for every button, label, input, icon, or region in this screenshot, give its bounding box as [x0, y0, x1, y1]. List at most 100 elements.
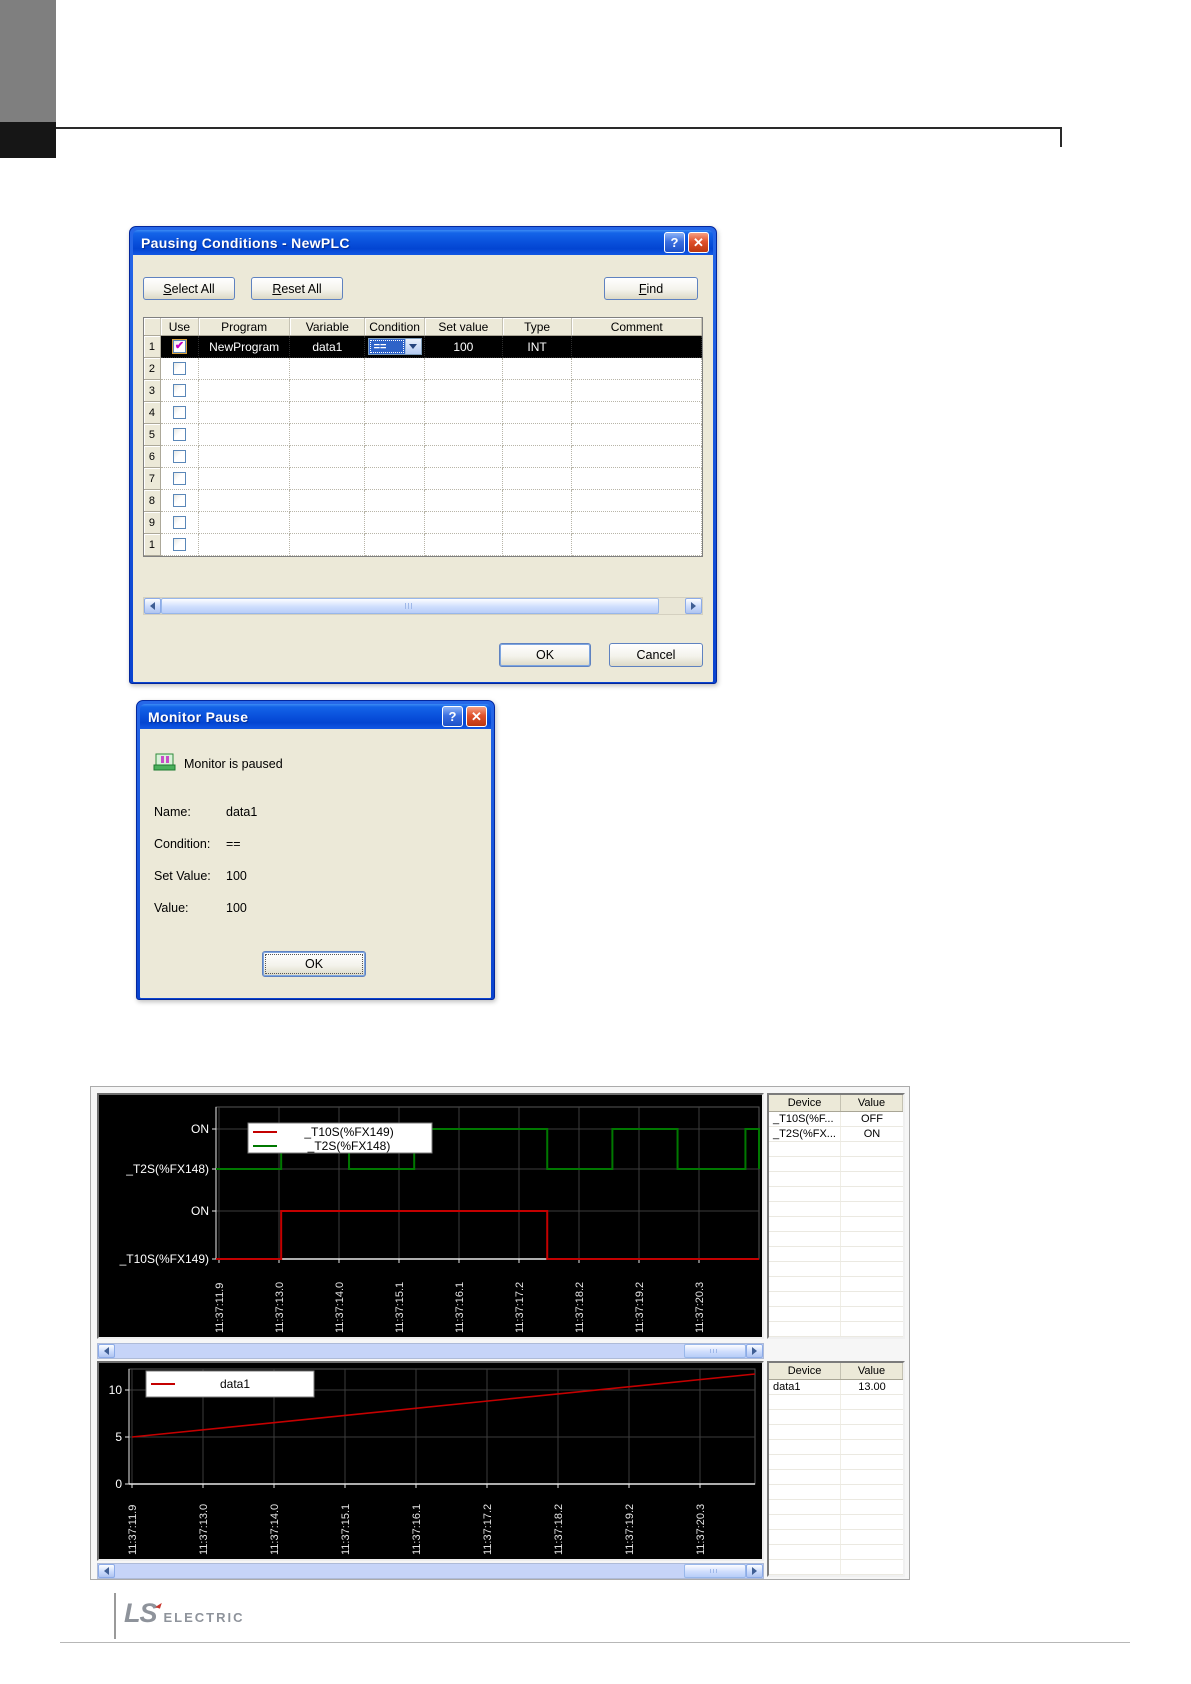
- use-checkbox[interactable]: [172, 472, 186, 485]
- cell-comment[interactable]: [572, 468, 702, 490]
- cell-variable[interactable]: [290, 512, 366, 534]
- cell-program[interactable]: [198, 380, 291, 402]
- cell-program[interactable]: [198, 468, 291, 490]
- use-cell[interactable]: [160, 402, 199, 424]
- side-table-header-cell[interactable]: Value: [841, 1095, 903, 1111]
- cell-comment[interactable]: [572, 380, 702, 402]
- scrollbar-track[interactable]: [659, 598, 685, 614]
- row-number[interactable]: 5: [144, 424, 161, 446]
- grid-row[interactable]: 2: [144, 358, 702, 380]
- scrollbar-thumb[interactable]: [684, 1344, 746, 1358]
- row-number[interactable]: 4: [144, 402, 161, 424]
- use-cell[interactable]: [160, 468, 199, 490]
- row-number[interactable]: 9: [144, 512, 161, 534]
- ok-button[interactable]: OK: [499, 643, 591, 667]
- side-table-header-cell[interactable]: Device: [769, 1363, 841, 1379]
- cell-type[interactable]: [502, 380, 573, 402]
- row-number[interactable]: 6: [144, 446, 161, 468]
- cell-type[interactable]: [502, 490, 573, 512]
- scroll-right-icon[interactable]: [746, 1344, 763, 1358]
- cell-variable[interactable]: [290, 358, 366, 380]
- cell-comment[interactable]: [572, 402, 702, 424]
- cell-variable[interactable]: data1: [290, 336, 366, 358]
- use-cell[interactable]: [160, 446, 199, 468]
- use-checkbox[interactable]: [172, 516, 186, 529]
- row-number[interactable]: 1: [144, 534, 161, 556]
- cell-variable[interactable]: [290, 490, 366, 512]
- cell-comment[interactable]: [572, 358, 702, 380]
- cell-set-value[interactable]: [424, 402, 503, 424]
- cell-program[interactable]: [198, 446, 291, 468]
- cell-comment[interactable]: [572, 490, 702, 512]
- cell-program[interactable]: [198, 424, 291, 446]
- reset-all-button[interactable]: Reset All: [251, 277, 343, 300]
- cell-condition[interactable]: [365, 402, 425, 424]
- grid-header-cell[interactable]: Variable: [290, 318, 366, 335]
- use-checkbox[interactable]: [172, 428, 186, 441]
- cell-condition[interactable]: ==: [365, 336, 425, 358]
- cell-set-value[interactable]: [424, 468, 503, 490]
- grid-header-cell[interactable]: Set value: [425, 318, 503, 335]
- cell-comment[interactable]: [572, 446, 702, 468]
- cell-variable[interactable]: [290, 534, 366, 556]
- grid-header-cell[interactable]: Comment: [572, 318, 702, 335]
- side-table-row[interactable]: _T10S(%F... OFF: [769, 1112, 903, 1127]
- grid-row[interactable]: 5: [144, 424, 702, 446]
- cancel-button[interactable]: Cancel: [609, 643, 703, 667]
- pausing-dialog-titlebar[interactable]: Pausing Conditions - NewPLC ? ✕: [133, 230, 713, 255]
- cell-type[interactable]: [502, 468, 573, 490]
- cell-condition[interactable]: [365, 380, 425, 402]
- cell-type[interactable]: [502, 424, 573, 446]
- ok-button[interactable]: OK: [262, 951, 366, 977]
- find-button[interactable]: Find: [604, 277, 698, 300]
- cell-set-value[interactable]: [424, 424, 503, 446]
- cell-type[interactable]: [502, 446, 573, 468]
- cell-set-value[interactable]: [424, 490, 503, 512]
- cell-variable[interactable]: [290, 468, 366, 490]
- cell-variable[interactable]: [290, 424, 366, 446]
- cell-program[interactable]: [198, 402, 291, 424]
- cell-set-value[interactable]: [424, 512, 503, 534]
- use-cell[interactable]: [160, 512, 199, 534]
- side-table-row[interactable]: data1 13.00: [769, 1380, 903, 1395]
- row-number[interactable]: 1: [144, 336, 161, 358]
- row-number[interactable]: 2: [144, 358, 161, 380]
- cell-type[interactable]: [502, 512, 573, 534]
- grid-header-cell[interactable]: Program: [199, 318, 291, 335]
- use-cell[interactable]: [160, 358, 199, 380]
- cell-variable[interactable]: [290, 446, 366, 468]
- scrollbar-thumb[interactable]: [161, 598, 659, 614]
- scrollbar-track[interactable]: [115, 1344, 684, 1358]
- side-table-header-cell[interactable]: Device: [769, 1095, 841, 1111]
- cell-program[interactable]: [198, 534, 291, 556]
- close-icon[interactable]: ✕: [688, 232, 709, 253]
- grid-row[interactable]: 3: [144, 380, 702, 402]
- use-checkbox[interactable]: [172, 406, 186, 419]
- use-cell[interactable]: [160, 336, 199, 358]
- cell-comment[interactable]: [572, 512, 702, 534]
- condition-dropdown[interactable]: ==: [367, 338, 422, 355]
- cell-type[interactable]: [502, 358, 573, 380]
- grid-row[interactable]: 1 NewProgramdata1== 100INT: [144, 336, 702, 358]
- row-number[interactable]: 7: [144, 468, 161, 490]
- scrollbar-thumb[interactable]: [684, 1564, 746, 1578]
- grid-row[interactable]: 7: [144, 468, 702, 490]
- cell-program[interactable]: [198, 512, 291, 534]
- grid-header-cell[interactable]: Type: [503, 318, 573, 335]
- cell-set-value[interactable]: [424, 446, 503, 468]
- use-checkbox[interactable]: [172, 450, 186, 463]
- scroll-left-icon[interactable]: [98, 1564, 115, 1578]
- cell-variable[interactable]: [290, 380, 366, 402]
- grid-row[interactable]: 8: [144, 490, 702, 512]
- cell-program[interactable]: [198, 358, 291, 380]
- cell-set-value[interactable]: 100: [424, 336, 503, 358]
- cell-type[interactable]: INT: [502, 336, 573, 358]
- row-number[interactable]: 8: [144, 490, 161, 512]
- cell-set-value[interactable]: [424, 380, 503, 402]
- monitor-dialog-titlebar[interactable]: Monitor Pause ? ✕: [140, 704, 491, 729]
- use-checkbox[interactable]: [172, 494, 186, 507]
- select-all-button[interactable]: Select All: [143, 277, 235, 300]
- cell-comment[interactable]: [572, 534, 702, 556]
- cell-type[interactable]: [502, 534, 573, 556]
- cell-condition[interactable]: [365, 446, 425, 468]
